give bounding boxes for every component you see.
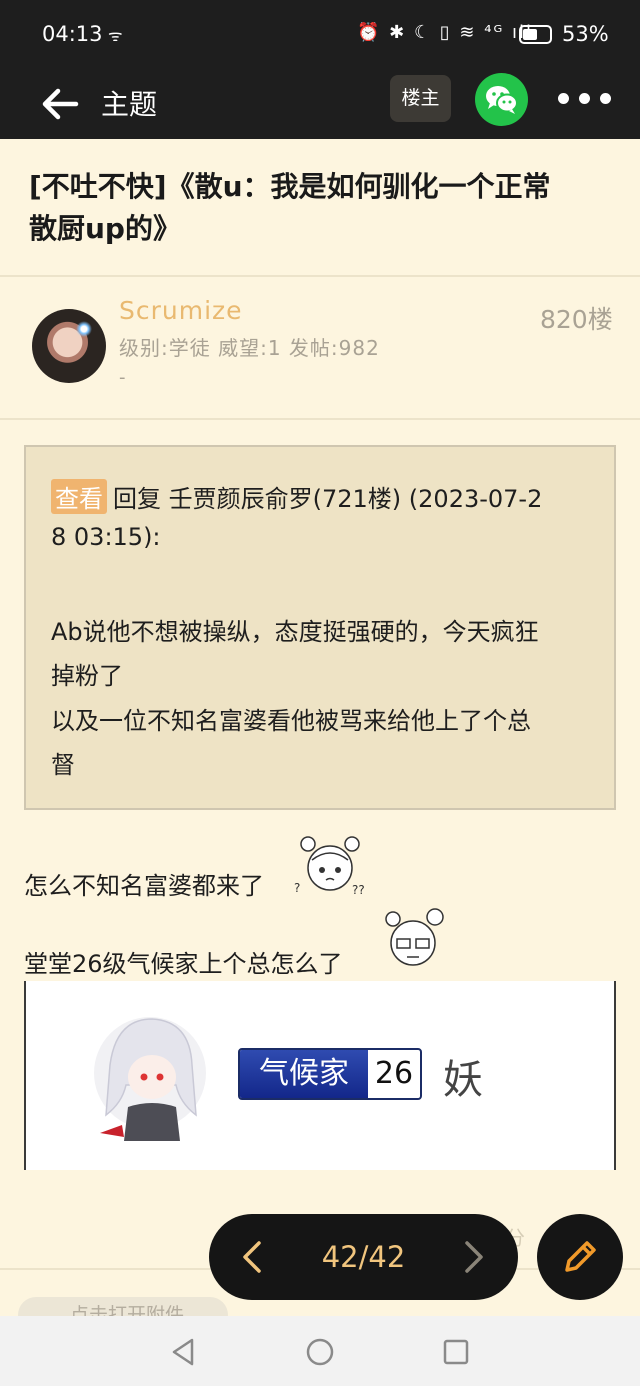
rank-name: 气候家 — [240, 1050, 368, 1098]
battery-icon — [519, 25, 552, 44]
user-signature: - — [119, 367, 126, 388]
nav-recents-icon[interactable] — [440, 1336, 472, 1368]
nav-back-icon[interactable] — [168, 1336, 200, 1368]
wechat-share-button[interactable] — [475, 73, 528, 126]
status-bar: 04:13 ᯤ ⏰ ✱ ☾ ▯ ≋ ⁴ᴳ ıll 53% — [0, 0, 640, 70]
post-image[interactable]: 气候家 26 妖 — [24, 981, 616, 1170]
owner-only-button[interactable]: 楼主 — [390, 75, 451, 122]
divider — [0, 275, 640, 277]
system-nav-bar — [0, 1316, 640, 1386]
user-info: 级别:学徒 威望:1 发帖:982 — [119, 336, 380, 360]
thread-title-line: [不吐不快]《散u：我是如何驯化一个正常 — [29, 170, 551, 203]
reply-button[interactable] — [537, 1214, 623, 1300]
quote-block: 查看 回复 壬贾颜辰俞罗(721楼) (2023-07-2 8 03:15): A… — [24, 445, 616, 810]
view-quote-link[interactable]: 查看 — [51, 479, 107, 514]
nav-home-icon[interactable] — [304, 1336, 336, 1368]
rank-suffix: 妖 — [443, 1057, 483, 1103]
more-options-icon[interactable] — [558, 85, 612, 111]
system-status-icons: ⏰ ✱ ☾ ▯ ≋ ⁴ᴳ ıll — [357, 22, 533, 43]
rank-level: 26 — [374, 1056, 414, 1091]
page-navigator: 42/42 — [209, 1214, 518, 1300]
hotspot-icon: ᯤ — [108, 26, 123, 45]
quote-line: 掉粉了 — [51, 662, 123, 690]
svg-text:??: ?? — [352, 883, 365, 897]
back-arrow-icon[interactable] — [38, 82, 82, 126]
battery-percent: 53% — [562, 22, 609, 46]
quote-header: 查看 回复 壬贾颜辰俞罗(721楼) (2023-07-2 — [51, 479, 542, 514]
status-time: 04:13 — [42, 22, 103, 46]
wechat-icon — [486, 86, 518, 114]
quote-line: 以及一位不知名富婆看他被骂来给他上了个总 — [51, 707, 531, 735]
user-avatar[interactable] — [32, 309, 106, 383]
top-bar: 主题 楼主 — [0, 70, 640, 139]
quote-reply-info: 回复 壬贾颜辰俞罗(721楼) (2023-07-2 — [113, 485, 543, 513]
quote-line: 8 03:15): — [51, 523, 161, 551]
post-text-line: 堂堂26级气候家上个总怎么了 — [24, 950, 343, 978]
next-page-icon[interactable] — [461, 1239, 487, 1275]
pencil-icon — [565, 1241, 596, 1272]
thread-title: [不吐不快]《散u：我是如何驯化一个正常 散厨up的》 — [29, 166, 614, 250]
confused-sticker-icon: ? ?? — [294, 836, 365, 897]
post-text-line: 怎么不知名富婆都来了 — [24, 872, 264, 900]
username[interactable]: Scrumize — [119, 296, 243, 325]
rank-badge: 气候家 26 — [238, 1048, 422, 1100]
character-avatar-image — [94, 1017, 206, 1141]
page-title: 主题 — [101, 88, 158, 121]
svg-text:?: ? — [294, 881, 300, 895]
floor-number: 820楼 — [540, 305, 613, 334]
smug-sticker-icon — [385, 908, 444, 966]
thread-title-line: 散厨up的》 — [29, 212, 181, 245]
quote-line: 督 — [51, 751, 75, 779]
divider — [0, 418, 640, 420]
quote-line: Ab说他不想被操纵，态度挺强硬的，今天疯狂 — [51, 618, 539, 646]
